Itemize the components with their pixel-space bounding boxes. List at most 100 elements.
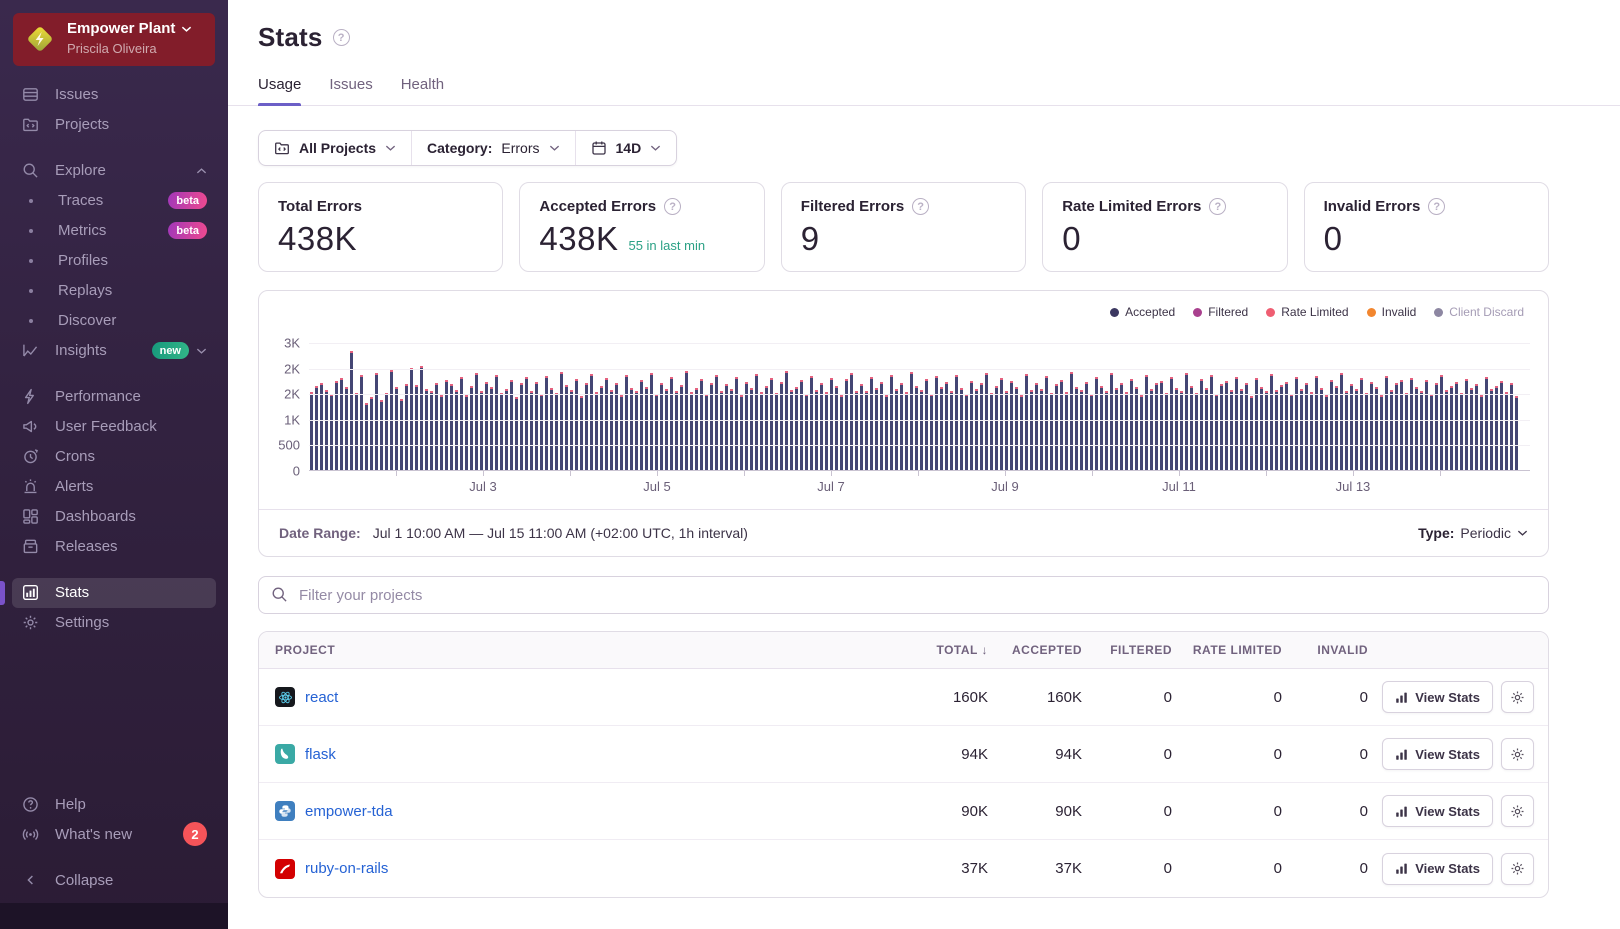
chart-bar[interactable] <box>1205 388 1208 470</box>
chart-bar[interactable] <box>1035 383 1038 470</box>
chart-bar[interactable] <box>485 382 488 470</box>
chart-bar[interactable] <box>690 392 693 470</box>
chart-bar[interactable] <box>775 393 778 470</box>
legend-item-accepted[interactable]: Accepted <box>1110 305 1175 319</box>
chart-bar[interactable] <box>710 383 713 470</box>
type-dropdown[interactable]: Type: Periodic <box>1418 525 1528 541</box>
project-settings-button[interactable] <box>1501 795 1534 827</box>
chart-bar[interactable] <box>1240 389 1243 470</box>
chart-bar[interactable] <box>855 391 858 470</box>
org-switcher[interactable]: Empower Plant Priscila Oliveira <box>13 13 215 66</box>
chart-bar[interactable] <box>595 392 598 470</box>
chart-bar[interactable] <box>355 393 358 470</box>
chart-bar[interactable] <box>1210 375 1213 470</box>
chart-bar[interactable] <box>1145 375 1148 470</box>
chart-bar[interactable] <box>630 388 633 470</box>
help-icon[interactable] <box>912 198 930 215</box>
chart-bar[interactable] <box>955 375 958 470</box>
chart-bar[interactable] <box>815 390 818 470</box>
chart-bar[interactable] <box>1270 374 1273 470</box>
chart-bar[interactable] <box>750 388 753 470</box>
chart-bar[interactable] <box>310 392 313 470</box>
chart-bar[interactable] <box>370 397 373 470</box>
chart-bar[interactable] <box>1220 384 1223 470</box>
project-settings-button[interactable] <box>1501 681 1534 713</box>
chart-bar[interactable] <box>1030 390 1033 470</box>
chart-bar[interactable] <box>1120 383 1123 470</box>
sidebar-item-releases[interactable]: Releases <box>12 532 216 562</box>
project-link[interactable]: empower-tda <box>305 803 393 820</box>
chart-bar[interactable] <box>665 389 668 470</box>
chart-bar[interactable] <box>395 387 398 470</box>
chart-bar[interactable] <box>1175 388 1178 470</box>
chart-bar[interactable] <box>1315 376 1318 470</box>
project-search-input[interactable] <box>258 576 1549 614</box>
chart-bar[interactable] <box>1230 390 1233 470</box>
chart-bar[interactable] <box>415 385 418 470</box>
sidebar-item-performance[interactable]: Performance <box>12 382 216 412</box>
chart-bar[interactable] <box>1390 390 1393 470</box>
sidebar-item-replays[interactable]: Replays <box>12 276 216 306</box>
chart-bar[interactable] <box>810 376 813 470</box>
chart-bar[interactable] <box>695 388 698 470</box>
date-range-dropdown[interactable]: 14D <box>574 131 677 165</box>
chart-bar[interactable] <box>540 394 543 470</box>
chart-bar[interactable] <box>1250 396 1253 470</box>
chart-bar[interactable] <box>1195 393 1198 470</box>
chart-bar[interactable] <box>1385 376 1388 470</box>
sidebar-item-dashboards[interactable]: Dashboards <box>12 502 216 532</box>
sidebar-item-whats-new[interactable]: What's new 2 <box>12 819 216 849</box>
chart-bar[interactable] <box>490 387 493 470</box>
chart-bar[interactable] <box>910 372 913 470</box>
chart-bar[interactable] <box>1295 377 1298 470</box>
help-icon[interactable] <box>1428 198 1446 215</box>
sidebar-item-settings[interactable]: Settings <box>12 608 216 638</box>
chart-bar[interactable] <box>1515 396 1518 470</box>
chart-bar[interactable] <box>770 378 773 470</box>
chart-bar[interactable] <box>895 389 898 470</box>
chart-bar[interactable] <box>1360 378 1363 470</box>
chart-bar[interactable] <box>860 384 863 470</box>
chart-bar[interactable] <box>1065 392 1068 470</box>
chart-bar[interactable] <box>1495 386 1498 470</box>
chart-bar[interactable] <box>435 383 438 470</box>
legend-item-invalid[interactable]: Invalid <box>1366 305 1416 319</box>
chart-bar[interactable] <box>715 375 718 470</box>
sidebar-item-issues[interactable]: Issues <box>12 80 216 110</box>
chart-bar[interactable] <box>950 391 953 470</box>
chart-bar[interactable] <box>1280 385 1283 470</box>
chart-bar[interactable] <box>1025 374 1028 470</box>
sidebar-item-user-feedback[interactable]: User Feedback <box>12 412 216 442</box>
chart-bar[interactable] <box>580 396 583 470</box>
chart-bar[interactable] <box>615 383 618 470</box>
chart-bar[interactable] <box>1350 384 1353 470</box>
chart-bar[interactable] <box>555 393 558 470</box>
chart-bar[interactable] <box>755 374 758 470</box>
chart-bar[interactable] <box>1475 384 1478 470</box>
chart-bar[interactable] <box>1045 376 1048 470</box>
tab-usage[interactable]: Usage <box>258 76 302 106</box>
chart-bar[interactable] <box>1440 375 1443 470</box>
chart-bar[interactable] <box>840 395 843 470</box>
chart-bar[interactable] <box>450 384 453 470</box>
chart-bar[interactable] <box>960 388 963 470</box>
page-title-help-icon[interactable] <box>332 29 350 46</box>
sidebar-collapse-button[interactable]: Collapse <box>12 865 216 895</box>
chart-bar[interactable] <box>405 384 408 470</box>
chart-bar[interactable] <box>735 377 738 470</box>
chart-bar[interactable] <box>420 366 423 470</box>
chart-bar[interactable] <box>845 379 848 470</box>
chart-bar[interactable] <box>575 379 578 470</box>
chart-bar[interactable] <box>375 373 378 470</box>
chart-bar[interactable] <box>385 393 388 470</box>
chart-bar[interactable] <box>570 390 573 470</box>
chart-bar[interactable] <box>1260 387 1263 470</box>
help-icon[interactable] <box>1209 198 1227 215</box>
chart-bar[interactable] <box>1465 379 1468 470</box>
chart-bar[interactable] <box>1080 390 1083 470</box>
chart-bar[interactable] <box>505 389 508 470</box>
chart-bar[interactable] <box>1335 386 1338 470</box>
chart-bar[interactable] <box>1075 387 1078 470</box>
chart-bar[interactable] <box>1150 389 1153 470</box>
sidebar-item-discover[interactable]: Discover <box>12 306 216 336</box>
